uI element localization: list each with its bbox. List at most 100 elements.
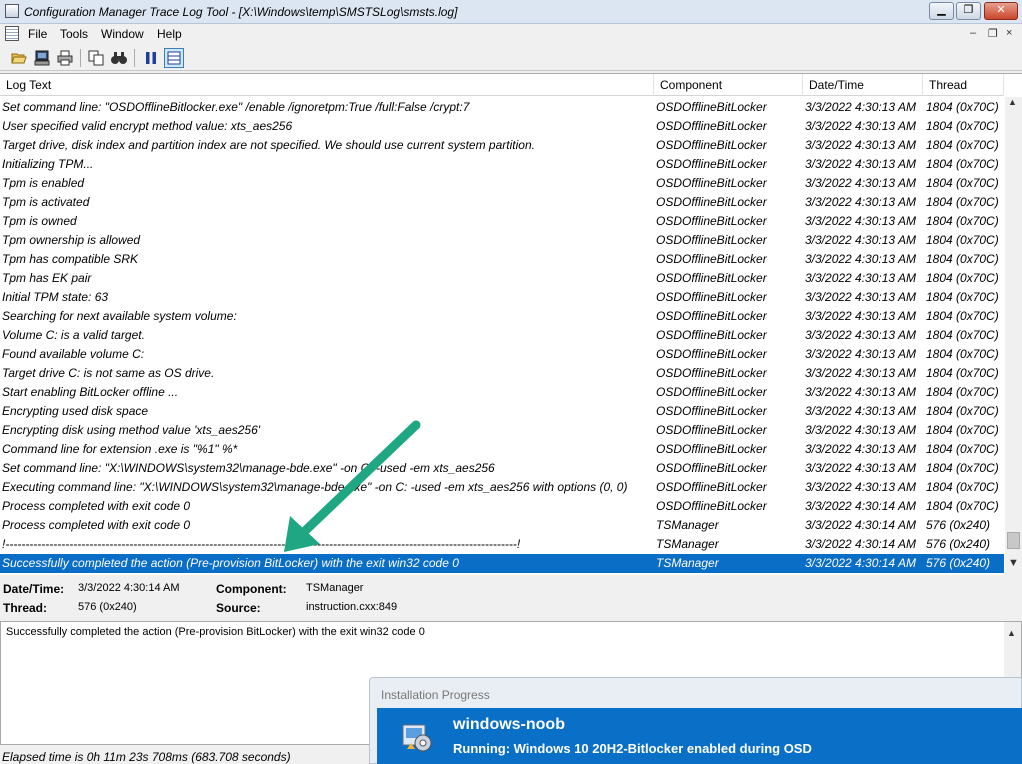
log-text-cell: Process completed with exit code 0 xyxy=(2,518,191,532)
log-list[interactable]: Log Text Component Date/Time Thread Set … xyxy=(0,73,1022,575)
menu-window[interactable]: Window xyxy=(101,27,144,41)
datetime-cell: 3/3/2022 4:30:13 AM xyxy=(805,385,916,399)
thread-cell: 1804 (0x70C) xyxy=(926,461,999,475)
log-row[interactable]: Process completed with exit code 0 OSDOff… xyxy=(0,497,1004,516)
component-cell: OSDOfflineBitLocker xyxy=(656,119,767,133)
log-text-cell: Set command line: "X:\WINDOWS\system32\m… xyxy=(2,461,495,475)
thread-cell: 1804 (0x70C) xyxy=(926,176,999,190)
log-text-cell: Successfully completed the action (Pre-p… xyxy=(2,556,459,570)
mdi-close-button[interactable]: × xyxy=(1006,27,1012,39)
component-cell: OSDOfflineBitLocker xyxy=(656,309,767,323)
header-thread[interactable]: Thread xyxy=(923,74,1004,96)
copy-icon[interactable] xyxy=(86,48,106,68)
header-datetime[interactable]: Date/Time xyxy=(803,74,923,96)
message-text: Successfully completed the action (Pre-p… xyxy=(6,626,425,638)
close-button[interactable]: ✕ xyxy=(984,2,1018,20)
datetime-cell: 3/3/2022 4:30:13 AM xyxy=(805,480,916,494)
component-cell: OSDOfflineBitLocker xyxy=(656,328,767,342)
log-text-cell: Tpm has compatible SRK xyxy=(2,252,139,266)
thread-cell: 1804 (0x70C) xyxy=(926,347,999,361)
log-row[interactable]: Set command line: "X:\WINDOWS\system32\m… xyxy=(0,459,1004,478)
log-row[interactable]: Found available volume C: OSDOfflineBitLo… xyxy=(0,345,1004,364)
component-cell: OSDOfflineBitLocker xyxy=(656,271,767,285)
menu-tools[interactable]: Tools xyxy=(60,27,88,41)
datetime-cell: 3/3/2022 4:30:14 AM xyxy=(805,499,916,513)
pause-icon[interactable] xyxy=(141,48,161,68)
log-row[interactable]: Initial TPM state: 63 OSDOfflineBitLocker… xyxy=(0,288,1004,307)
thread-cell: 1804 (0x70C) xyxy=(926,404,999,418)
columns-icon[interactable] xyxy=(164,48,184,68)
log-text-cell: !---------------------------------------… xyxy=(2,537,521,551)
printer-icon[interactable] xyxy=(55,48,75,68)
restore-button[interactable]: ❐ xyxy=(956,2,981,20)
log-row[interactable]: Target drive C: is not same as OS drive.… xyxy=(0,364,1004,383)
datetime-cell: 3/3/2022 4:30:13 AM xyxy=(805,252,916,266)
log-text-cell: Process completed with exit code 0 xyxy=(2,499,191,513)
log-text-cell: Tpm has EK pair xyxy=(2,271,92,285)
scroll-up-icon[interactable]: ▲ xyxy=(1008,97,1017,107)
log-text-cell: Encrypting used disk space xyxy=(2,404,149,418)
datetime-cell: 3/3/2022 4:30:14 AM xyxy=(805,537,916,551)
datetime-cell: 3/3/2022 4:30:13 AM xyxy=(805,347,916,361)
log-scrollbar[interactable]: ▲ ▼ xyxy=(1005,97,1022,575)
mdi-restore-button[interactable]: ❐ xyxy=(988,27,998,40)
log-row[interactable]: Volume C: is a valid target. OSDOfflineBi… xyxy=(0,326,1004,345)
thread-label: Thread: xyxy=(3,601,48,615)
details-panel: Date/Time: 3/3/2022 4:30:14 AM Component… xyxy=(0,577,1022,621)
log-row[interactable]: User specified valid encrypt method valu… xyxy=(0,117,1004,136)
log-row[interactable]: Target drive, disk index and partition i… xyxy=(0,136,1004,155)
find-icon[interactable] xyxy=(109,48,129,68)
menu-file[interactable]: File xyxy=(28,27,47,41)
log-row[interactable]: !---------------------------------------… xyxy=(0,535,1004,554)
thread-cell: 576 (0x240) xyxy=(926,537,991,551)
datetime-label: Date/Time: xyxy=(3,582,65,596)
minimize-button[interactable]: ▁ xyxy=(929,2,954,20)
log-row[interactable]: Initializing TPM... OSDOfflineBitLocker 3/… xyxy=(0,155,1004,174)
log-row-selected[interactable]: Successfully completed the action (Pre-p… xyxy=(0,554,1004,573)
component-cell: OSDOfflineBitLocker xyxy=(656,195,767,209)
computer-icon[interactable] xyxy=(32,48,52,68)
installation-progress-window: Installation Progress windows-noob Runni… xyxy=(369,677,1022,764)
log-row[interactable]: Set command line: "OSDOfflineBitlocker.e… xyxy=(0,98,1004,117)
datetime-value: 3/3/2022 4:30:14 AM xyxy=(78,582,180,594)
open-folder-icon[interactable] xyxy=(9,48,29,68)
log-text-cell: Set command line: "OSDOfflineBitlocker.e… xyxy=(2,100,470,114)
menu-help[interactable]: Help xyxy=(157,27,182,41)
scroll-down-icon[interactable]: ▼ xyxy=(1008,557,1019,569)
log-row[interactable]: Process completed with exit code 0 TSMana… xyxy=(0,516,1004,535)
log-text-cell: Executing command line: "X:\WINDOWS\syst… xyxy=(2,480,628,494)
thread-cell: 1804 (0x70C) xyxy=(926,366,999,380)
log-row[interactable]: Tpm has compatible SRK OSDOfflineBitLocke… xyxy=(0,250,1004,269)
log-row[interactable]: Command line for extension .exe is "%1" … xyxy=(0,440,1004,459)
component-cell: TSManager xyxy=(656,537,719,551)
document-icon[interactable] xyxy=(5,26,19,41)
thread-cell: 1804 (0x70C) xyxy=(926,480,999,494)
log-row[interactable]: Executing command line: "X:\WINDOWS\syst… xyxy=(0,478,1004,497)
log-row[interactable]: Tpm has EK pair OSDOfflineBitLocker 3/3/20… xyxy=(0,269,1004,288)
log-row[interactable]: Searching for next available system volu… xyxy=(0,307,1004,326)
log-row[interactable]: Tpm is enabled OSDOfflineBitLocker 3/3/202… xyxy=(0,174,1004,193)
log-row[interactable]: Start enabling BitLocker offline ... OSDO… xyxy=(0,383,1004,402)
thread-cell: 1804 (0x70C) xyxy=(926,499,999,513)
thread-cell: 1804 (0x70C) xyxy=(926,214,999,228)
component-cell: OSDOfflineBitLocker xyxy=(656,404,767,418)
log-text-cell: Found available volume C: xyxy=(2,347,145,361)
mdi-minimize-button[interactable]: – xyxy=(970,27,976,39)
log-row[interactable]: Encrypting disk using method value 'xts_… xyxy=(0,421,1004,440)
header-component[interactable]: Component xyxy=(654,74,803,96)
scroll-thumb[interactable] xyxy=(1007,532,1020,549)
thread-cell: 1804 (0x70C) xyxy=(926,100,999,114)
scroll-up-icon[interactable]: ▲ xyxy=(1007,628,1016,638)
datetime-cell: 3/3/2022 4:30:13 AM xyxy=(805,119,916,133)
log-row[interactable]: Tpm is owned OSDOfflineBitLocker 3/3/2022 … xyxy=(0,212,1004,231)
datetime-cell: 3/3/2022 4:30:13 AM xyxy=(805,138,916,152)
log-row[interactable]: Encrypting used disk space OSDOfflineBitL… xyxy=(0,402,1004,421)
header-log-text[interactable]: Log Text xyxy=(0,74,654,96)
log-row[interactable]: Tpm is activated OSDOfflineBitLocker 3/3/2… xyxy=(0,193,1004,212)
log-row[interactable]: Tpm ownership is allowed OSDOfflineBitLoc… xyxy=(0,231,1004,250)
component-cell: OSDOfflineBitLocker xyxy=(656,176,767,190)
datetime-cell: 3/3/2022 4:30:13 AM xyxy=(805,461,916,475)
log-text-cell: Start enabling BitLocker offline ... xyxy=(2,385,179,399)
datetime-cell: 3/3/2022 4:30:13 AM xyxy=(805,233,916,247)
log-text-cell: Target drive C: is not same as OS drive. xyxy=(2,366,215,380)
